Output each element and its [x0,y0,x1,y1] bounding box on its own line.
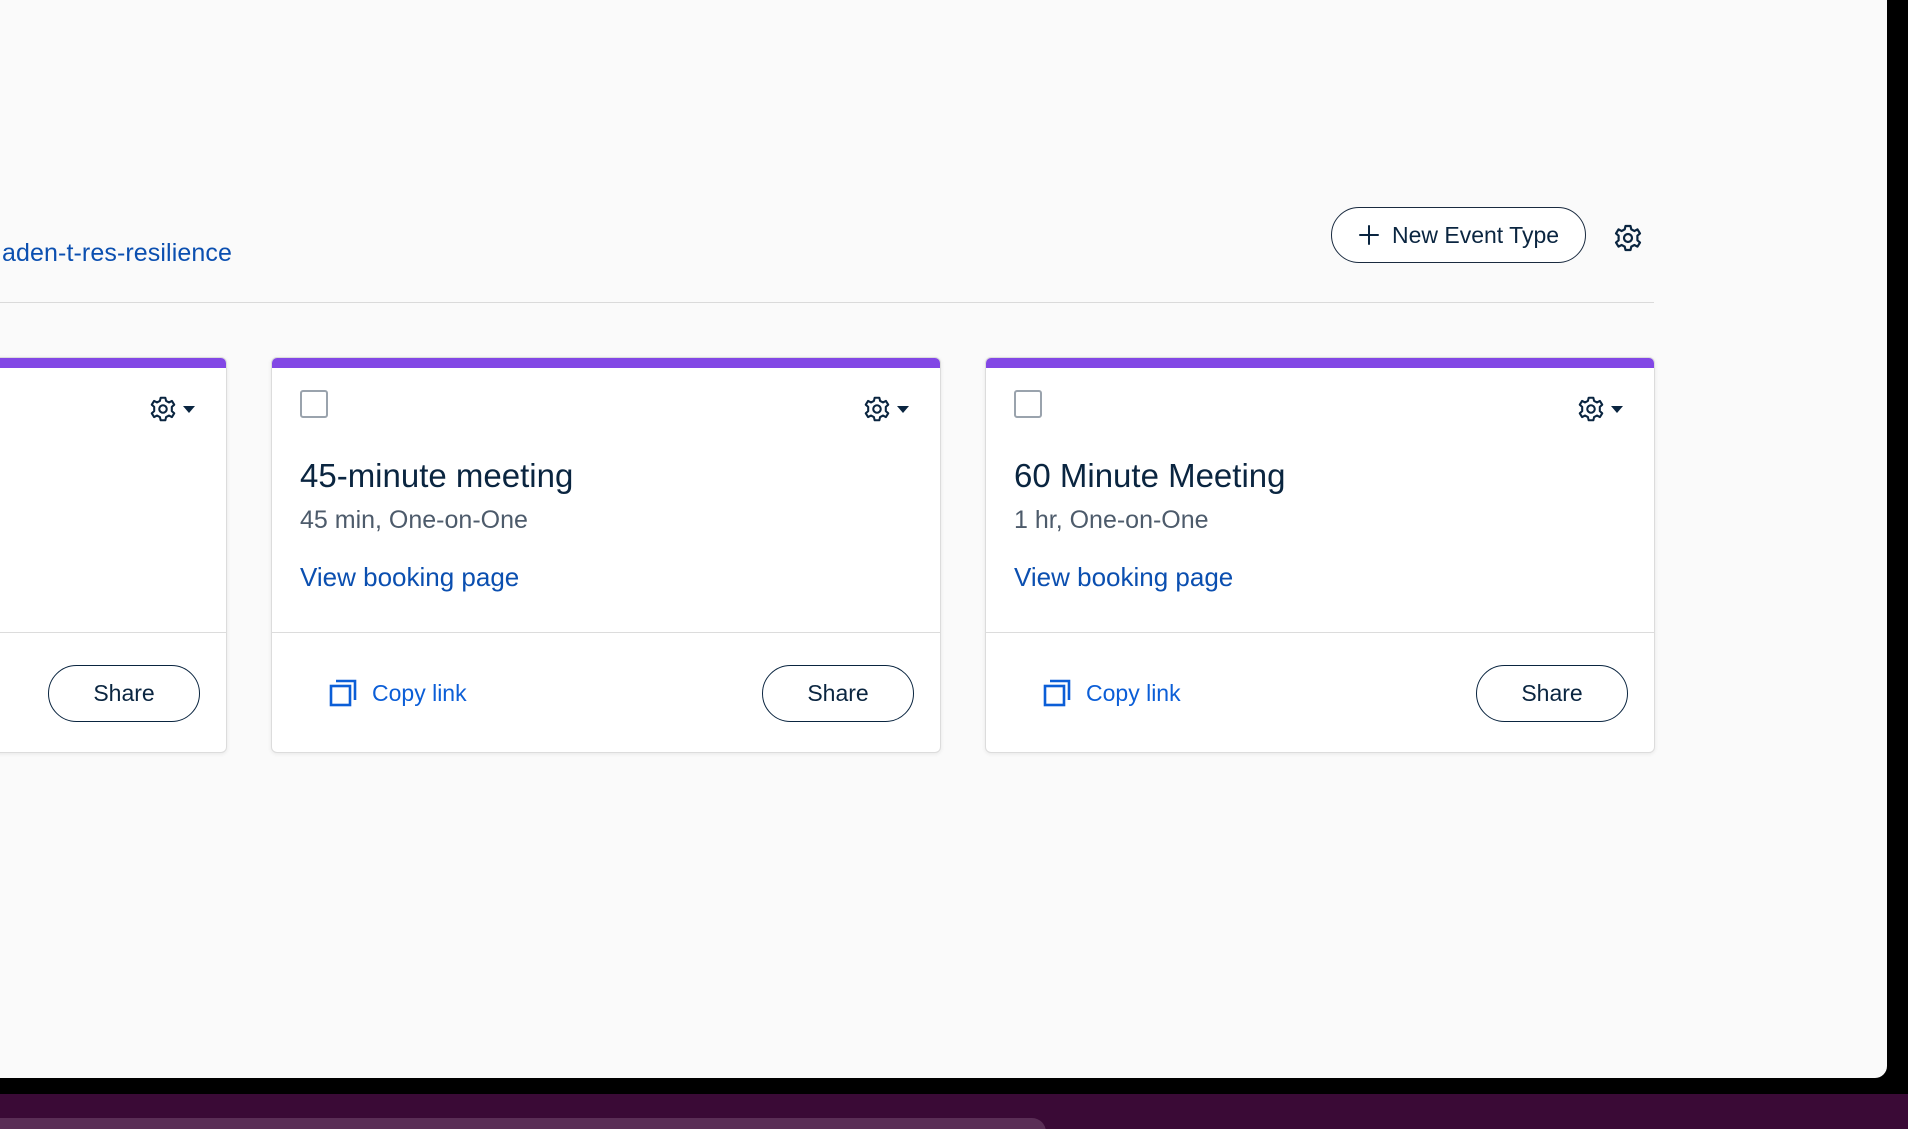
header-divider [0,302,1654,303]
card-settings-menu[interactable] [148,391,214,427]
share-button[interactable]: Share [1476,665,1628,722]
gear-icon [150,396,176,422]
card-settings-menu[interactable] [862,391,928,427]
caret-down-icon [183,406,195,413]
copy-icon [1043,679,1071,707]
copy-link-label: Copy link [372,679,467,706]
event-card: Share [0,357,227,753]
taskbar-search-pill[interactable] [0,1118,1046,1129]
select-checkbox[interactable] [1014,390,1042,418]
caret-down-icon [1611,406,1623,413]
event-duration: 45 min, One-on-One [300,506,528,534]
share-button[interactable]: Share [762,665,914,722]
gear-icon [864,396,890,422]
event-duration: 1 hr, One-on-One [1014,506,1209,534]
plus-icon [1358,225,1379,245]
view-booking-page-link[interactable]: View booking page [1014,562,1233,593]
select-checkbox[interactable] [300,390,328,418]
taskbar [0,1094,1908,1129]
new-event-type-label: New Event Type [1391,221,1560,248]
card-accent-bar [272,358,940,368]
share-button[interactable]: Share [48,665,200,722]
gear-icon [1578,396,1604,422]
scheduling-link[interactable]: aden-t-res-resilience [2,239,232,268]
card-accent-bar [0,358,226,368]
event-title: 60 Minute Meeting [1014,457,1286,494]
view-booking-page-link[interactable]: View booking page [300,562,519,593]
event-title: 45-minute meeting [300,457,574,494]
copy-link-label: Copy link [1086,679,1181,706]
window-shadow-edge [1887,0,1908,1078]
gear-icon[interactable] [1612,222,1644,254]
event-card: 60 Minute Meeting 1 hr, One-on-One View … [985,357,1655,753]
copy-link-button[interactable]: Copy link [328,678,467,708]
new-event-type-button[interactable]: New Event Type [1331,207,1586,263]
card-accent-bar [986,358,1654,368]
card-settings-menu[interactable] [1576,391,1642,427]
app-window: aden-t-res-resilience New Event Type Sha… [0,0,1887,1078]
copy-link-button[interactable]: Copy link [1042,678,1181,708]
caret-down-icon [897,406,909,413]
copy-icon [329,679,357,707]
event-card: 45-minute meeting 45 min, One-on-One Vie… [271,357,941,753]
